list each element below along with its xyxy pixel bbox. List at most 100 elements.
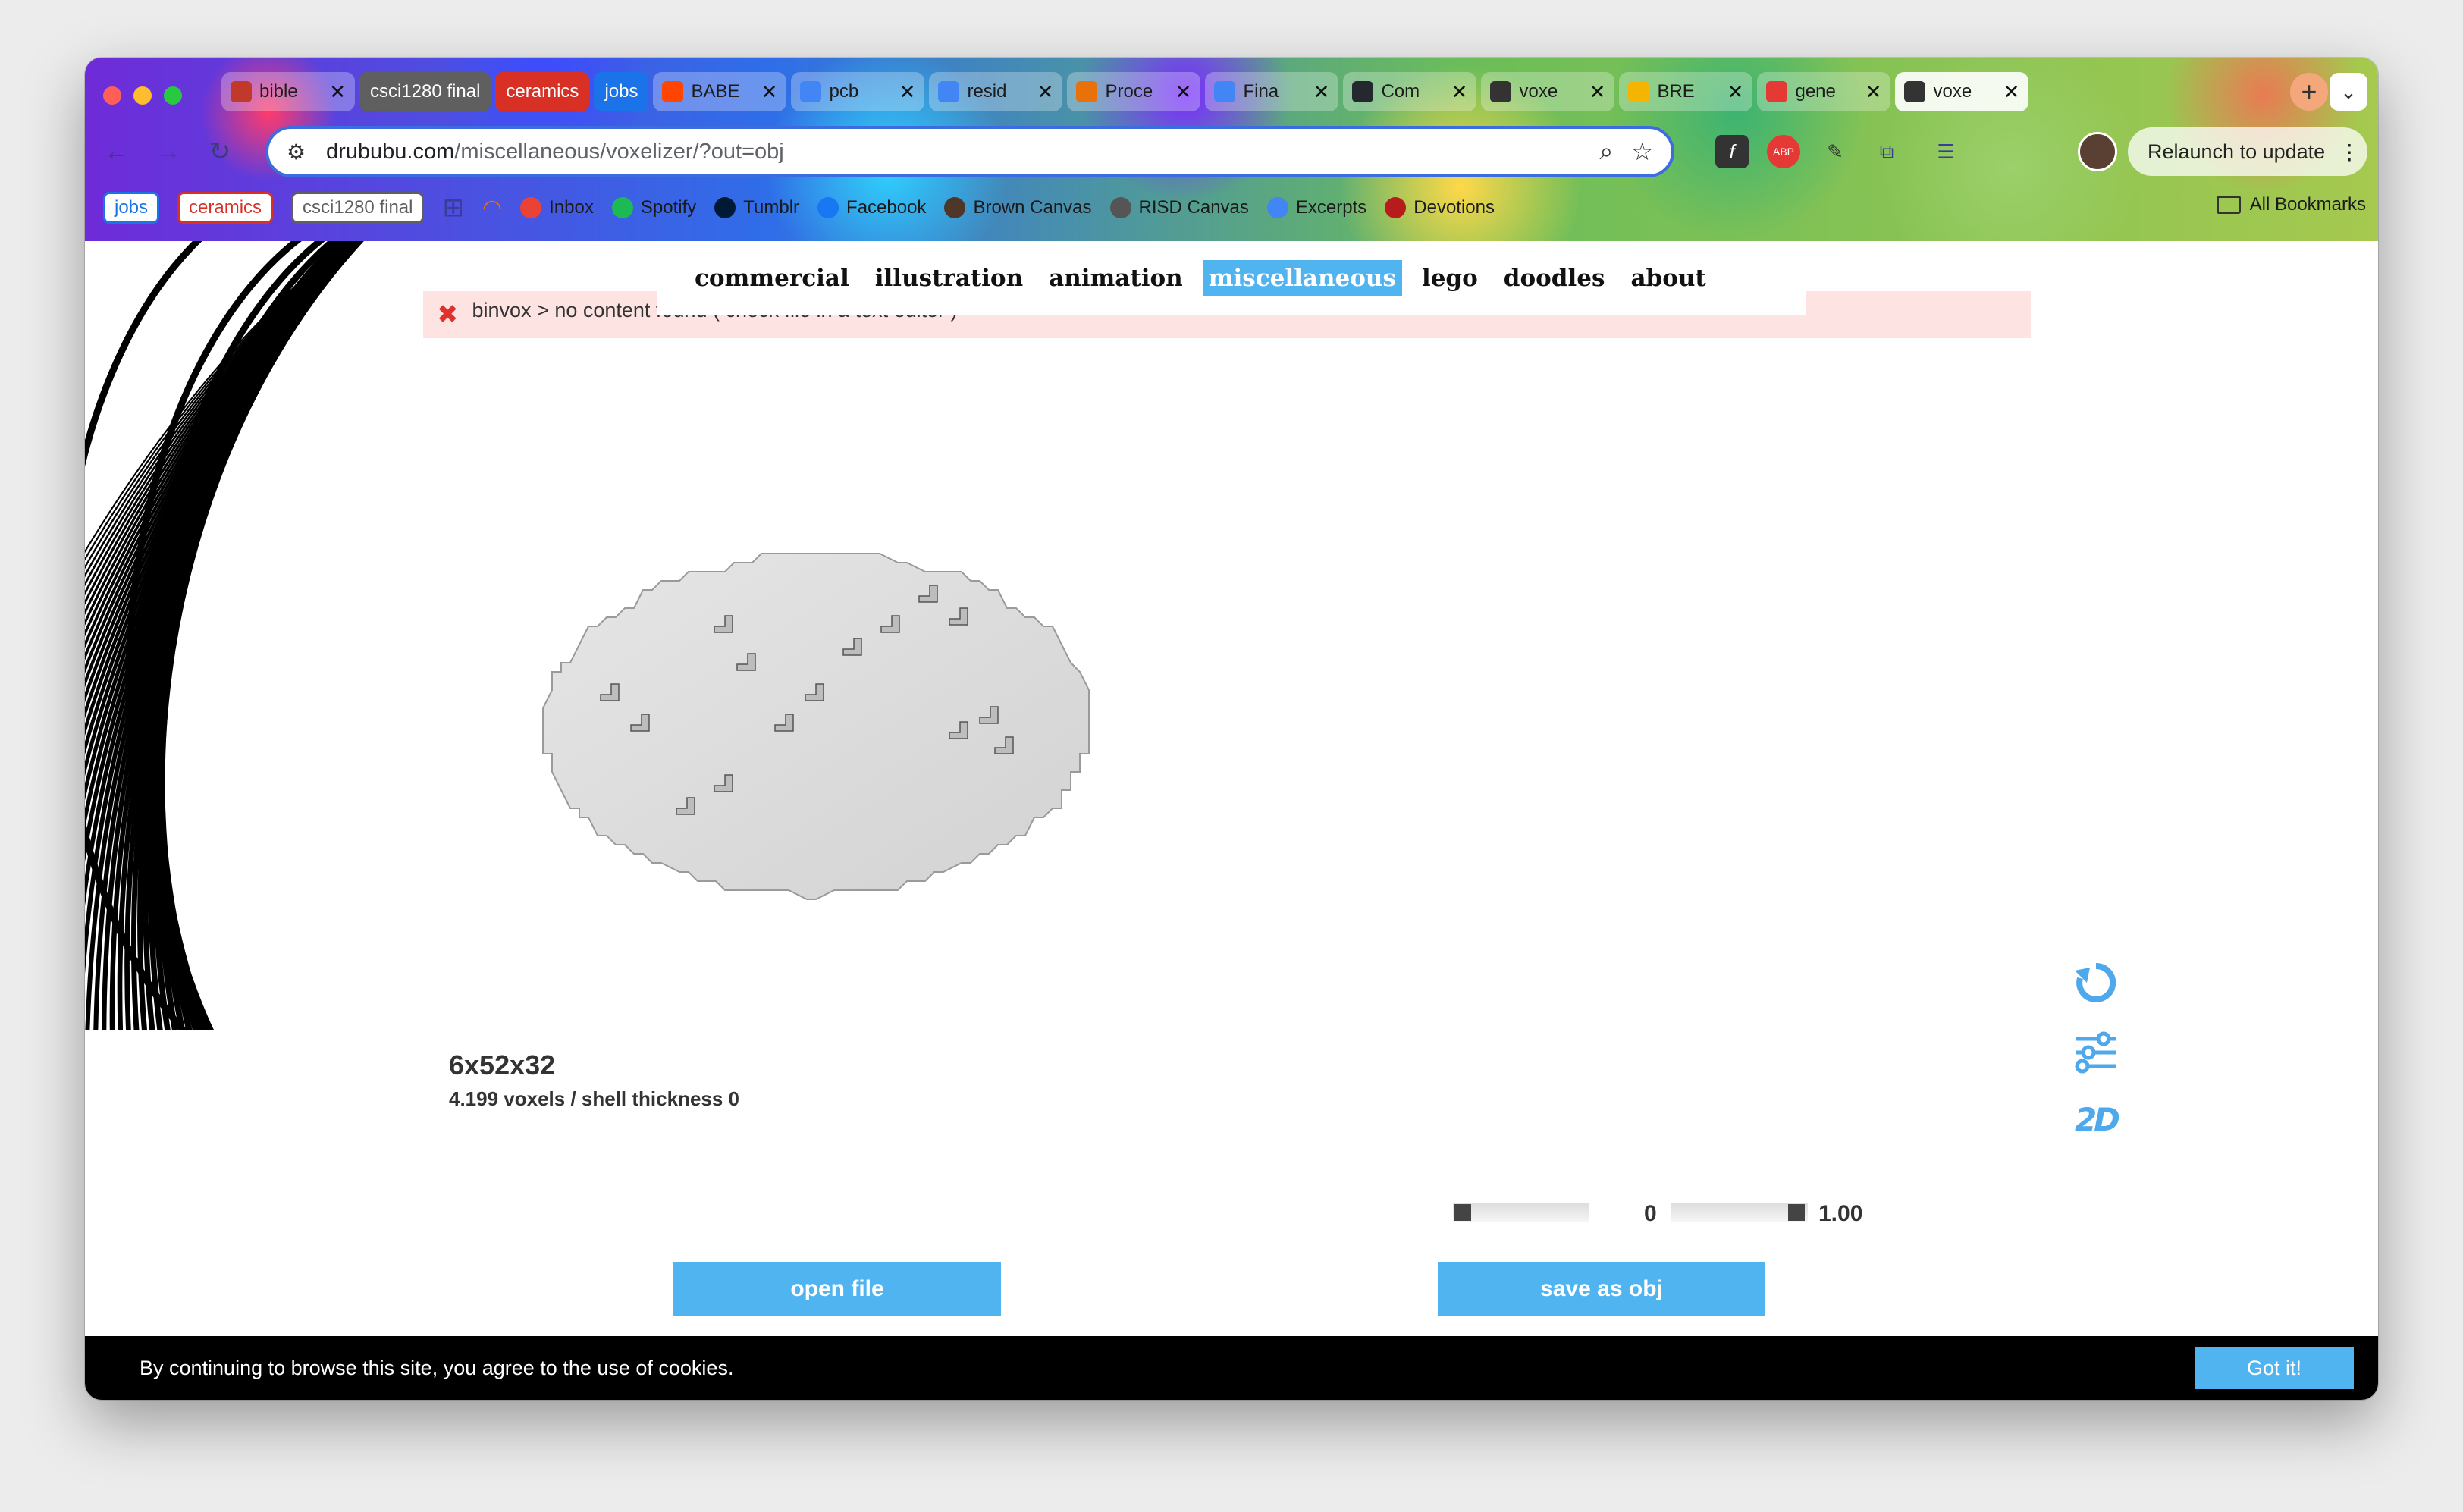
swirl-stripe (152, 241, 361, 1030)
threshold-slider-right[interactable] (1671, 1203, 1808, 1222)
back-button[interactable]: ← (97, 132, 136, 171)
tab-title: Com (1381, 81, 1420, 102)
decorative-swirl-pattern (85, 241, 364, 1030)
nav-link-miscellaneous[interactable]: miscellaneous (1202, 260, 1402, 296)
bookmark-item[interactable]: Excerpts (1266, 197, 1366, 218)
swirl-stripe (151, 241, 338, 1030)
bookmark-item[interactable]: RISD Canvas (1109, 197, 1249, 218)
browser-tab[interactable]: voxe ✕ (1895, 72, 2029, 111)
reading-list-icon[interactable]: ☰ (1929, 135, 1963, 168)
cookie-banner: By continuing to browse this site, you a… (85, 1336, 2378, 1400)
slider-left-value: 0 (1644, 1201, 1657, 1226)
adblock-extension-icon[interactable]: ABP (1767, 135, 1800, 168)
bookmark-item[interactable]: Facebook (817, 197, 926, 218)
slider-right-value: 1.00 (1818, 1201, 1863, 1226)
new-tab-button[interactable]: + (2290, 73, 2328, 111)
bookmark-item[interactable]: Brown Canvas (944, 197, 1092, 218)
browser-tab[interactable]: resid ✕ (929, 72, 1063, 111)
browser-tab[interactable]: pcb ✕ (791, 72, 925, 111)
nav-link-lego[interactable]: lego (1416, 260, 1484, 296)
2d-view-icon[interactable]: 2D (2072, 1095, 2120, 1143)
browser-tab[interactable]: Com ✕ (1343, 72, 1477, 111)
swirl-stripe (158, 241, 350, 1030)
nav-link-doodles[interactable]: doodles (1498, 260, 1611, 296)
close-tab-icon[interactable]: ✕ (761, 80, 778, 104)
bookmark-item[interactable]: Devotions (1385, 197, 1495, 218)
more-menu-icon[interactable]: ⋮ (2339, 140, 2360, 165)
bookmark-group-chip[interactable]: ceramics (177, 192, 274, 224)
browser-tab[interactable]: BRE ✕ (1619, 72, 1753, 111)
close-tab-icon[interactable]: ✕ (1175, 80, 1192, 104)
voxelizer-panel: ✖ binvox > no content found ( check file… (411, 278, 2120, 1400)
zoom-window-button[interactable] (164, 86, 182, 105)
tab-search-button[interactable]: ⌄ (2330, 73, 2367, 111)
model-dimensions: 6x52x32 (449, 1049, 556, 1081)
bookmark-item[interactable]: Inbox (520, 197, 594, 218)
extensions-puzzle-icon[interactable]: ⧉ (1870, 135, 1903, 168)
close-tab-icon[interactable]: ✕ (899, 80, 916, 104)
reload-button[interactable]: ↻ (200, 132, 240, 171)
bookmark-label: Inbox (549, 197, 594, 218)
site-info-icon[interactable]: ⚙ (287, 140, 317, 165)
all-bookmarks-button[interactable]: All Bookmarks (2216, 194, 2366, 215)
open-file-button[interactable]: open file (673, 1262, 1001, 1316)
nav-link-commercial[interactable]: commercial (689, 260, 855, 296)
reset-rotation-icon[interactable] (2072, 958, 2120, 1007)
all-bookmarks-label: All Bookmarks (2249, 194, 2366, 215)
zoom-icon[interactable]: ⌕ (1599, 137, 1613, 166)
bookmark-item[interactable]: Spotify (611, 197, 696, 218)
profile-avatar[interactable] (2078, 132, 2117, 171)
close-tab-icon[interactable]: ✕ (1865, 80, 1882, 104)
address-url[interactable]: drububu.com/miscellaneous/voxelizer/?out… (326, 140, 1581, 165)
forward-button[interactable]: → (149, 132, 188, 171)
nav-link-animation[interactable]: animation (1043, 260, 1189, 296)
close-tab-icon[interactable]: ✕ (329, 80, 346, 104)
save-as-obj-button[interactable]: save as obj (1438, 1262, 1765, 1316)
close-tab-icon[interactable]: ✕ (1313, 80, 1330, 104)
fontface-extension-icon[interactable]: f (1715, 135, 1749, 168)
nav-link-about[interactable]: about (1624, 260, 1712, 296)
close-tab-icon[interactable]: ✕ (1451, 80, 1468, 104)
browser-tab[interactable]: voxe ✕ (1481, 72, 1615, 111)
browser-tab[interactable]: gene ✕ (1757, 72, 1891, 111)
tab-strip: bible ✕ csci1280 final ceramics jobs BABE ✕ pcb… (221, 68, 2261, 115)
browser-tab[interactable]: Fina ✕ (1205, 72, 1339, 111)
apps-grid-icon[interactable]: ⊞ (442, 193, 464, 223)
browser-tab[interactable]: Proce ✕ (1067, 72, 1201, 111)
browser-tab[interactable]: BABE ✕ (653, 72, 787, 111)
browser-toolbar: ← → ↻ ⚙ drububu.com/miscellaneous/voxeli… (85, 121, 2378, 182)
cookie-accept-button[interactable]: Got it! (2195, 1347, 2354, 1389)
tab-group-label[interactable]: ceramics (495, 72, 590, 111)
bookmark-star-icon[interactable]: ☆ (1631, 137, 1653, 166)
relaunch-button[interactable]: Relaunch to update ⋮ (2128, 127, 2367, 176)
bookmark-group-chip[interactable]: jobs (103, 192, 160, 224)
bookmark-label: Facebook (846, 197, 927, 218)
close-tab-icon[interactable]: ✕ (1727, 80, 1744, 104)
tab-favicon-icon (1352, 81, 1374, 102)
close-tab-icon[interactable]: ✕ (1037, 80, 1054, 104)
address-bar[interactable]: ⚙ drububu.com/miscellaneous/voxelizer/?o… (265, 126, 1674, 177)
tab-favicon-icon (1490, 81, 1512, 102)
swirl-stripe (156, 241, 346, 1030)
site-navigation: commercial illustration animation miscellan… (657, 241, 1806, 315)
settings-sliders-icon[interactable] (2072, 1028, 2120, 1077)
threshold-slider-left[interactable] (1453, 1203, 1589, 1222)
slider-knob[interactable] (1788, 1204, 1805, 1221)
eyedropper-extension-icon[interactable]: ✎ (1818, 135, 1852, 168)
tab-group-label[interactable]: csci1280 final (359, 72, 491, 111)
close-window-button[interactable] (103, 86, 121, 105)
voxel-3d-viewport[interactable] (525, 535, 1109, 914)
rainbow-bookmark-icon[interactable]: ◠ (482, 195, 502, 221)
bookmark-group-chip[interactable]: csci1280 final (291, 192, 425, 224)
nav-link-illustration[interactable]: illustration (869, 260, 1029, 296)
bookmark-label: Brown Canvas (973, 197, 1092, 218)
browser-tab[interactable]: bible ✕ (221, 72, 355, 111)
close-tab-icon[interactable]: ✕ (1589, 80, 1606, 104)
voxel-model[interactable] (542, 553, 1090, 900)
slider-knob[interactable] (1454, 1204, 1471, 1221)
close-tab-icon[interactable]: ✕ (2003, 80, 2020, 104)
bookmark-item[interactable]: Tumblr (714, 197, 799, 218)
minimize-window-button[interactable] (133, 86, 152, 105)
tab-group-label[interactable]: jobs (594, 72, 649, 111)
facebook-icon (817, 197, 839, 218)
